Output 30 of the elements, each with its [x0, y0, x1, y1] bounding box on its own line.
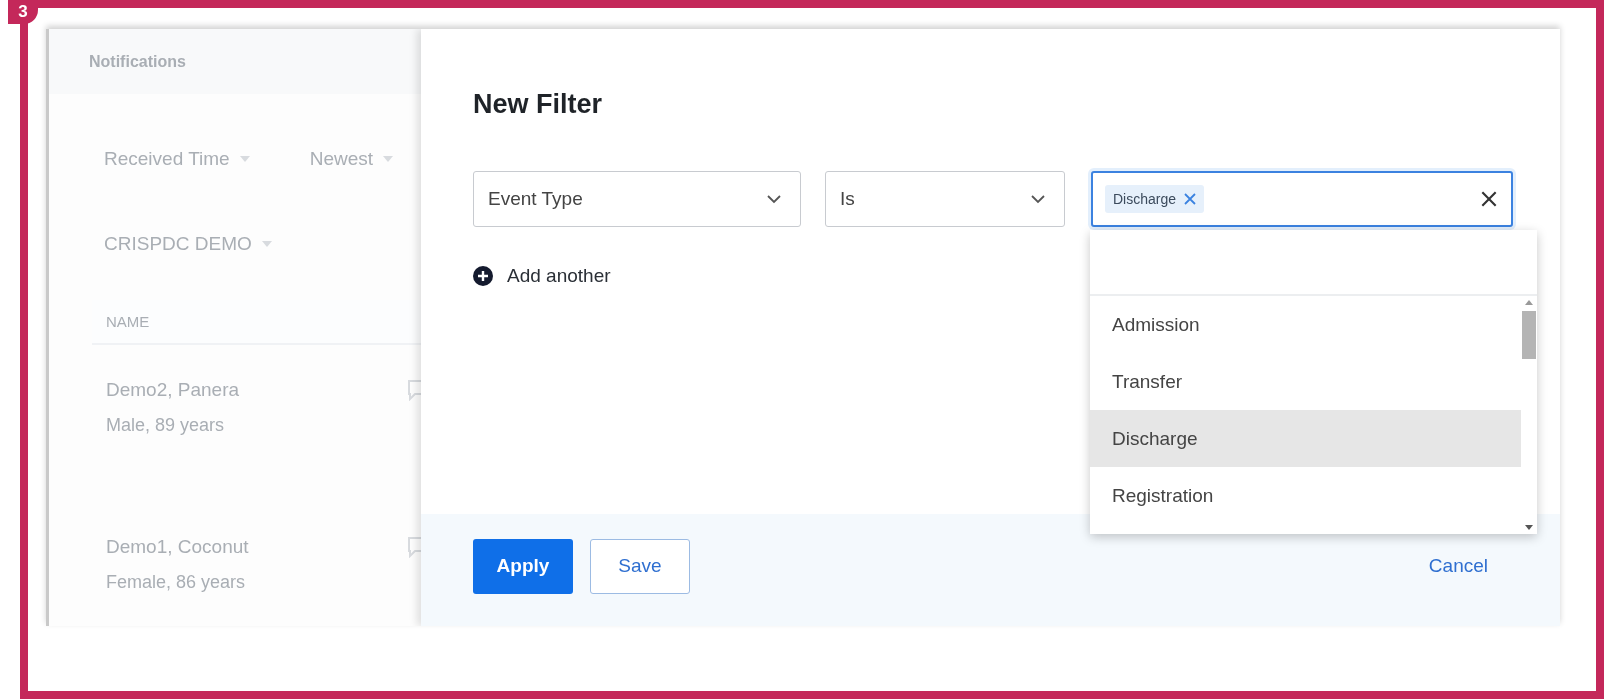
- patient-name: Demo1, Coconut: [106, 536, 249, 559]
- caret-down-icon: [239, 156, 250, 163]
- clear-button[interactable]: [1481, 191, 1497, 207]
- footer-button[interactable]: Save: [590, 538, 690, 594]
- operator-select[interactable]: Is: [825, 171, 1065, 227]
- dropdown-option[interactable]: Discharge: [1090, 410, 1521, 467]
- plus-circle-icon[interactable]: [473, 266, 493, 286]
- search-field[interactable]: [1090, 230, 1537, 296]
- scroll-down-icon[interactable]: [1525, 525, 1533, 530]
- value-chip[interactable]: Discharge: [1105, 185, 1205, 213]
- patient-name: Demo2, Panera: [106, 379, 240, 402]
- scroll-up-icon[interactable]: [1525, 300, 1533, 305]
- chevron-down-icon: [1030, 194, 1046, 204]
- modal-title: New Filter: [473, 88, 604, 121]
- cancel-link[interactable]: Cancel: [1428, 538, 1488, 594]
- caret-down-icon: [261, 241, 272, 248]
- remove-icon: [1184, 193, 1197, 205]
- patient-details: Male, 89 years: [106, 415, 226, 437]
- caret-down-icon: [383, 156, 394, 163]
- patient-details: Female, 86 years: [106, 572, 247, 594]
- value-multiselect[interactable]: Discharge: [1091, 171, 1513, 227]
- footer-button[interactable]: Apply: [473, 538, 573, 594]
- chevron-down-icon: [766, 194, 782, 204]
- field-select[interactable]: Event Type: [473, 171, 801, 227]
- close-icon: [1481, 191, 1497, 207]
- add-another-link[interactable]: Add another: [507, 265, 611, 287]
- step-badge: 3: [8, 0, 38, 24]
- scrollbar-thumb[interactable]: [1522, 311, 1536, 359]
- panel-title: Notifications: [89, 52, 186, 71]
- column-header: NAME: [106, 313, 150, 331]
